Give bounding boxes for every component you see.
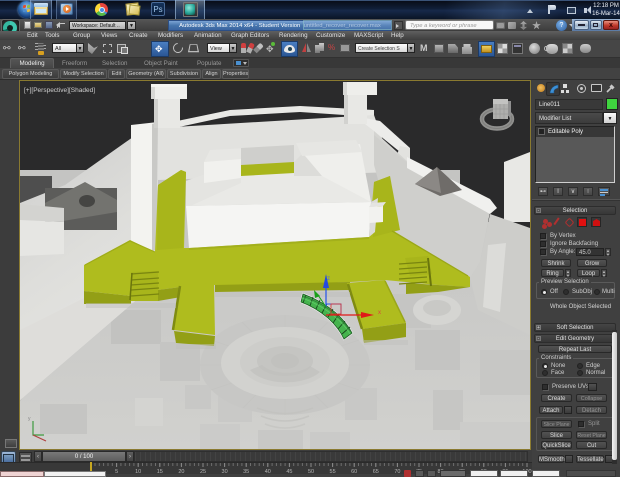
svg-text:[+][Perspective][Shaded]: [+][Perspective][Shaded] [24, 87, 95, 94]
svg-text:z: z [327, 276, 330, 282]
svg-text:x: x [378, 310, 381, 316]
